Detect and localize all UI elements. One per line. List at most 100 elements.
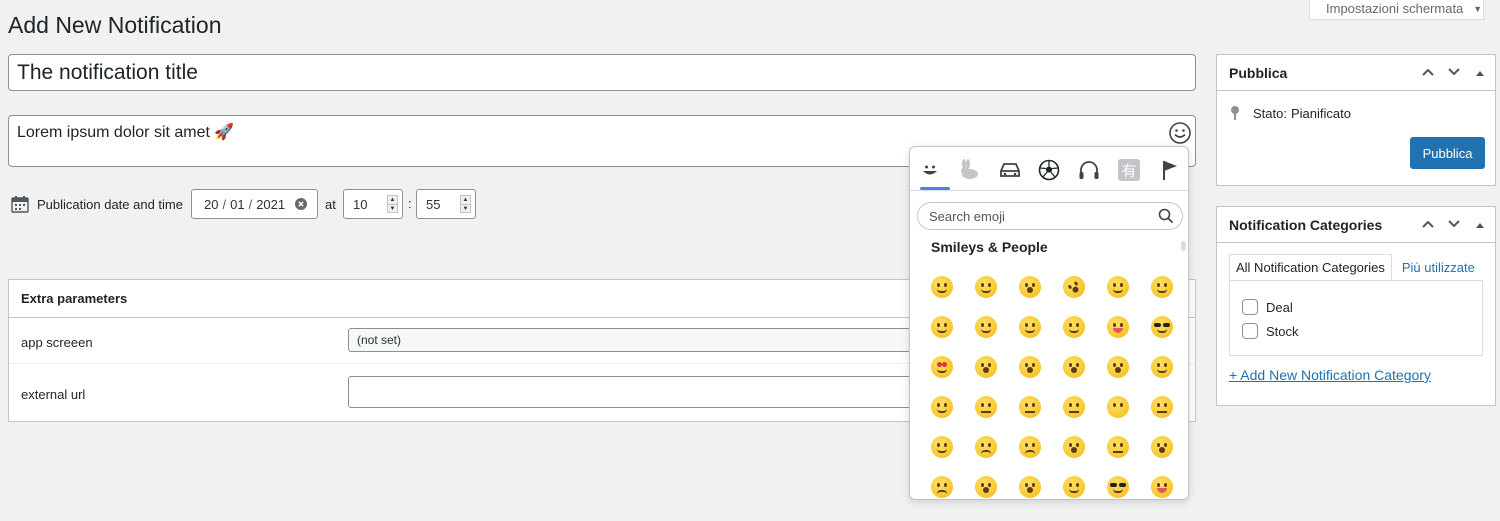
search-icon [1158,208,1174,224]
emoji-nerd[interactable] [1096,467,1140,499]
publish-box-header: Pubblica [1217,55,1495,91]
emoji-disappointed-relieved[interactable] [1008,427,1052,467]
publish-status: Stato: Pianificato [1229,105,1351,121]
emoji-blush[interactable] [1052,307,1096,347]
move-down-icon[interactable] [1445,66,1463,80]
minute-value: 55 [426,196,441,212]
emoji-sweat-smile[interactable] [920,307,964,347]
chevron-down-icon: ▼ [1473,4,1483,14]
emoji-scrollbar[interactable] [1181,241,1186,251]
emoji-heart-eyes[interactable] [920,347,964,387]
screen-options-tab[interactable]: Impostazioni schermata ▼ [1309,0,1484,20]
emoji-joy[interactable] [1008,267,1052,307]
emoji-kissing-heart[interactable] [964,347,1008,387]
emoji-search-input[interactable]: Search emoji [917,202,1183,230]
emoji-rofl[interactable] [1052,267,1096,307]
hour-value: 10 [353,196,368,212]
emoji-sunglasses[interactable] [1140,307,1184,347]
time-colon: : [408,196,412,211]
tab-animals[interactable] [954,155,984,185]
emoji-laughing[interactable] [964,307,1008,347]
hour-stepper[interactable]: ▲ ▼ [387,195,398,213]
emoji-rolling-eyes[interactable] [1140,387,1184,427]
publish-button[interactable]: Pubblica [1410,137,1485,169]
emoji-kissing-closed-eyes[interactable] [1096,347,1140,387]
select-value: (not set) [357,333,402,347]
date-input[interactable]: 20 / 01 / 2021 [191,189,318,219]
emoji-relieved[interactable] [1052,467,1096,499]
hour-input[interactable]: 10 ▲ ▼ [343,189,403,219]
emoji-hugging[interactable] [920,387,964,427]
emoji-smirk[interactable] [920,427,964,467]
checkbox[interactable] [1242,323,1258,339]
publish-box-title: Pubblica [1229,64,1288,81]
emoji-expressionless[interactable] [1052,387,1096,427]
rabbit-icon [961,159,978,179]
emoji-smiley[interactable] [1096,267,1140,307]
categories-box: Notification Categories All Notification… [1216,206,1496,406]
emoji-kissing[interactable] [1008,347,1052,387]
category-label: Stock [1266,323,1299,339]
checkbox[interactable] [1242,299,1258,315]
toggle-panel-icon[interactable] [1471,218,1489,232]
add-category-link[interactable]: + Add New Notification Category [1229,367,1431,383]
emoji-sleeping[interactable] [1008,467,1052,499]
tab-most-used[interactable]: Più utilizzate [1396,254,1481,281]
emoji-toggle-button[interactable] [1167,120,1193,146]
symbols-icon: 有 [1118,159,1140,181]
emoji-stuck-out-tongue[interactable] [1140,467,1184,499]
emoji-grin[interactable] [964,267,1008,307]
move-up-icon[interactable] [1419,66,1437,80]
title-input-value: The notification title [17,60,198,84]
category-item-stock[interactable]: Stock [1242,323,1299,339]
date-sep: / [222,196,227,212]
emoji-kissing-smiling[interactable] [1052,347,1096,387]
toggle-panel-icon[interactable] [1471,66,1489,80]
clear-date-icon[interactable] [295,198,307,210]
pubdate-label: Publication date and time [37,197,183,212]
move-up-icon[interactable] [1419,218,1437,232]
headphones-icon [1079,161,1099,179]
car-icon [1000,163,1020,177]
rocket-emoji: 🚀 [214,124,235,141]
emoji-no-mouth[interactable] [1096,387,1140,427]
emoji-open-mouth[interactable] [1052,427,1096,467]
emoji-smile[interactable] [1140,267,1184,307]
tab-all-categories[interactable]: All Notification Categories [1229,254,1392,281]
move-down-icon[interactable] [1445,218,1463,232]
emoji-persevere[interactable] [964,427,1008,467]
minute-stepper[interactable]: ▲ ▼ [460,195,471,213]
status-label: Stato: [1253,105,1287,121]
tab-smileys[interactable] [915,155,945,185]
emoji-thinking[interactable] [964,387,1008,427]
smiley-icon [1169,122,1191,144]
date-month: 01 [230,196,245,212]
category-item-deal[interactable]: Deal [1242,299,1293,315]
notification-title-input[interactable]: The notification title [8,54,1196,91]
emoji-grinning[interactable] [920,267,964,307]
tab-travel[interactable] [995,155,1025,185]
tab-objects[interactable] [1074,155,1104,185]
tab-flags[interactable] [1155,155,1185,185]
publish-box: Pubblica Stato: Pianificato Pubblica [1216,54,1496,186]
categories-box-header: Notification Categories [1217,207,1495,243]
emoji-neutral[interactable] [1008,387,1052,427]
screen-options-label: Impostazioni schermata [1326,1,1464,16]
emoji-sleepy[interactable] [920,467,964,499]
minute-input[interactable]: 55 ▲ ▼ [416,189,476,219]
emoji-wink[interactable] [1008,307,1052,347]
emoji-hushed[interactable] [1140,427,1184,467]
tab-activities[interactable] [1034,155,1064,185]
categories-box-title: Notification Categories [1229,216,1383,233]
date-day: 20 [204,196,219,212]
category-tabs: All Notification Categories Più utilizza… [1229,254,1481,281]
emoji-category-tabs: 有 [910,147,1188,191]
emoji-zipper-mouth[interactable] [1096,427,1140,467]
soccer-ball-icon [1038,159,1060,181]
active-tab-indicator [920,187,950,190]
emoji-slight-smile[interactable] [1140,347,1184,387]
emoji-tired[interactable] [964,467,1008,499]
emoji-yum[interactable] [1096,307,1140,347]
at-label: at [325,197,336,212]
tab-symbols[interactable]: 有 [1114,155,1144,185]
